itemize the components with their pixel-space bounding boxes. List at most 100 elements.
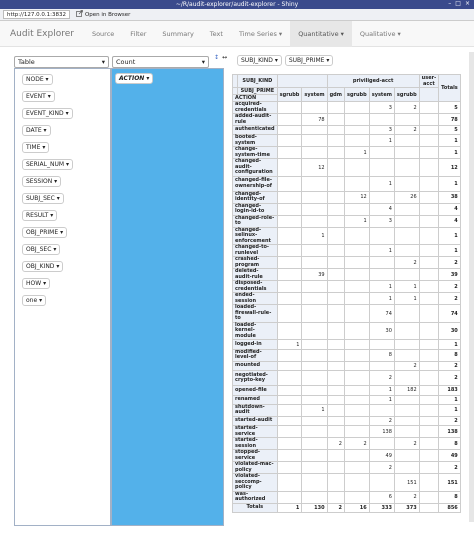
table-cell	[418, 280, 440, 294]
attribute-pill-label: OBJ_KIND	[26, 263, 55, 270]
row-total: 2	[438, 256, 461, 270]
table-cell	[393, 461, 420, 475]
row-attributes-area[interactable]: ACTION ▾	[111, 68, 224, 526]
table-cell	[326, 473, 345, 492]
col-subheader: system	[368, 87, 395, 102]
attribute-pill-date[interactable]: DATE ▾	[22, 125, 51, 136]
table-row: booted-system 1 1	[232, 134, 461, 148]
row-total: 1	[438, 403, 461, 417]
triangle-down-icon[interactable]: ▾	[54, 178, 57, 185]
attribute-pill-obj-prime[interactable]: OBJ_PRIME ▾	[22, 227, 68, 238]
table-row: shutdown-audit 1 1	[232, 403, 461, 417]
row-total: 2	[438, 280, 461, 294]
triangle-down-icon[interactable]: ▾	[66, 110, 69, 117]
caret-down-icon: ▾	[340, 29, 344, 38]
attribute-pill-result[interactable]: RESULT ▾	[22, 210, 58, 221]
aggregator-select[interactable]: Count ▾	[112, 56, 209, 68]
triangle-down-icon[interactable]: ▾	[44, 127, 47, 134]
triangle-down-icon[interactable]: ▾	[60, 229, 63, 236]
table-cell	[276, 304, 303, 323]
table-cell	[276, 175, 303, 192]
renderer-select[interactable]: Table ▾	[14, 56, 109, 68]
triangle-down-icon[interactable]: ▾	[48, 93, 51, 100]
triangle-down-icon[interactable]: ▾	[57, 195, 60, 202]
table-cell: 2	[393, 256, 420, 270]
table-row: logged-in 1 1	[232, 339, 461, 350]
table-row: was-authorized 6 2 8	[232, 490, 461, 504]
triangle-down-icon[interactable]: ▾	[50, 212, 53, 219]
table-row: started-service 138 138	[232, 425, 461, 439]
address-field[interactable]: http://127.0.0.1:3832	[3, 10, 70, 19]
attribute-pill-serial-num[interactable]: SERIAL_NUM ▾	[22, 159, 73, 170]
table-cell	[418, 437, 440, 451]
table-cell	[418, 370, 440, 387]
maximize-button[interactable]: □	[455, 0, 461, 7]
table-cell	[343, 244, 370, 258]
table-cell	[343, 385, 370, 396]
triangle-down-icon[interactable]: ▾	[146, 75, 149, 82]
attribute-pill-subj-sec[interactable]: SUBJ_SEC ▾	[22, 193, 64, 204]
nav-tab-text[interactable]: Text	[202, 21, 231, 47]
attribute-pill-subj-kind[interactable]: SUBJ_KIND ▾	[237, 55, 282, 66]
attribute-pill-obj-kind[interactable]: OBJ_KIND ▾	[22, 261, 64, 272]
close-button[interactable]: ×	[465, 0, 470, 7]
attribute-pill-node[interactable]: NODE ▾	[22, 74, 53, 85]
table-cell	[418, 175, 440, 192]
attribute-pill-event-kind[interactable]: EVENT_KIND ▾	[22, 108, 73, 119]
attribute-pill-obj-sec[interactable]: OBJ_SEC ▾	[22, 244, 61, 255]
nav-tab-filter[interactable]: Filter	[122, 21, 154, 47]
row-label: added-audit-rule	[232, 113, 278, 126]
table-cell	[301, 124, 328, 136]
table-cell: 12	[301, 158, 328, 177]
triangle-down-icon[interactable]: ▾	[53, 246, 56, 253]
row-total: 2	[438, 360, 461, 372]
triangle-down-icon[interactable]: ▾	[56, 263, 59, 270]
nav-tab-label: Text	[209, 29, 223, 38]
page-scrollbar[interactable]	[469, 52, 474, 522]
row-sort-icon[interactable]: ↕	[214, 54, 219, 61]
table-cell	[301, 490, 328, 504]
table-cell: 2	[368, 370, 395, 387]
attribute-pill-one[interactable]: one ▾	[22, 295, 47, 306]
open-in-browser-button[interactable]: Open in Browser	[76, 10, 130, 19]
triangle-down-icon[interactable]: ▾	[43, 280, 46, 287]
triangle-down-icon[interactable]: ▾	[42, 144, 45, 151]
minimize-button[interactable]: –	[448, 0, 451, 7]
nav-tab-summary[interactable]: Summary	[154, 21, 201, 47]
triangle-down-icon[interactable]: ▾	[66, 161, 69, 168]
attribute-pill-session[interactable]: SESSION ▾	[22, 176, 62, 187]
table-row: renamed 1 1	[232, 394, 461, 405]
row-total: 1	[438, 244, 461, 258]
table-row: added-audit-rule 78 78	[232, 113, 461, 126]
table-cell	[326, 292, 345, 306]
nav-tab-qualitative[interactable]: Qualitative ▾	[352, 21, 409, 47]
attribute-pill-event[interactable]: EVENT ▾	[22, 91, 55, 102]
table-cell	[301, 146, 328, 160]
col-sort-icon[interactable]: ↔	[222, 54, 227, 61]
nav-tab-time-series[interactable]: Time Series ▾	[231, 21, 290, 47]
table-cell	[418, 134, 440, 148]
triangle-down-icon[interactable]: ▾	[275, 57, 278, 64]
nav-tab-quantitative[interactable]: Quantitative ▾	[290, 20, 352, 47]
attribute-pill-subj-prime[interactable]: SUBJ_PRIME ▾	[284, 55, 334, 66]
attribute-pill-time[interactable]: TIME ▾	[22, 142, 50, 153]
table-cell	[326, 226, 345, 246]
table-cell	[326, 214, 345, 228]
table-cell	[418, 244, 440, 258]
attribute-pill-action[interactable]: ACTION ▾	[115, 73, 154, 84]
table-cell	[393, 449, 420, 463]
triangle-down-icon[interactable]: ▾	[46, 76, 49, 83]
column-attributes-area[interactable]: SUBJ_KIND ▾ SUBJ_PRIME ▾	[234, 52, 460, 68]
row-label: disposed-credentials	[232, 280, 278, 294]
nav-tab-label: Time Series	[238, 29, 277, 38]
attribute-pill-how[interactable]: HOW ▾	[22, 278, 51, 289]
table-cell	[343, 449, 370, 463]
attribute-pill-label: SUBJ_SEC	[26, 195, 55, 202]
nav-tab-source[interactable]: Source	[84, 21, 122, 47]
row-total: 1	[438, 146, 461, 160]
triangle-down-icon[interactable]: ▾	[39, 297, 42, 304]
table-cell	[276, 134, 303, 148]
table-cell	[393, 244, 420, 258]
table-cell	[393, 403, 420, 417]
triangle-down-icon[interactable]: ▾	[326, 57, 329, 64]
